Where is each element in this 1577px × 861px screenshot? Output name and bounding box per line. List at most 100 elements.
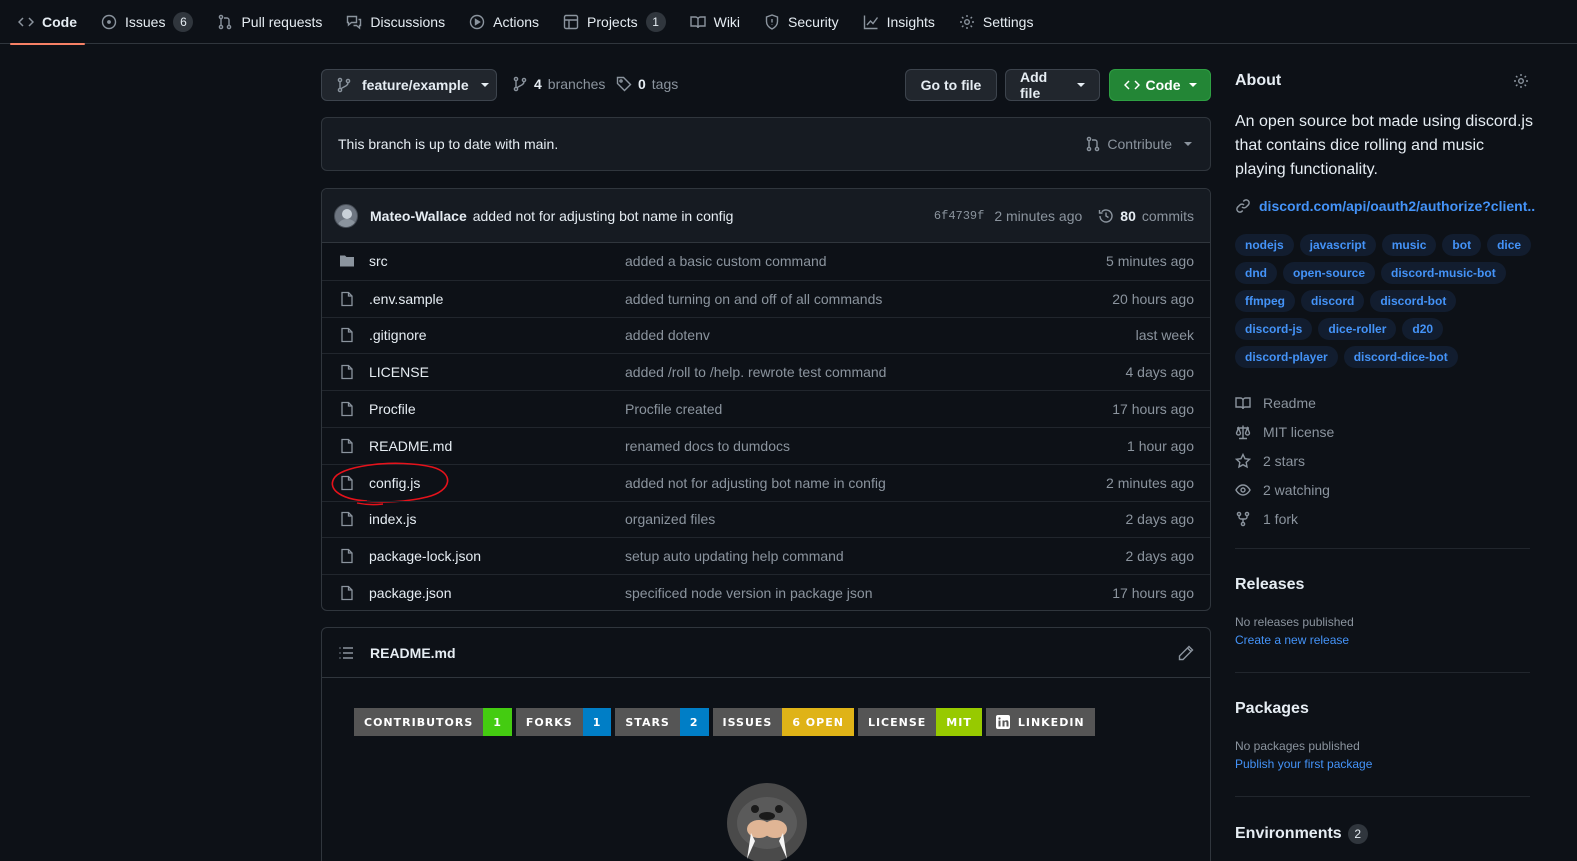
history-icon <box>1098 208 1114 224</box>
code-button[interactable]: Code <box>1109 69 1211 101</box>
commit-time: 2 minutes ago <box>994 208 1083 224</box>
repo-forked-icon <box>1235 511 1251 527</box>
badge-label: FORKS <box>515 708 583 736</box>
gear-icon[interactable] <box>1513 73 1529 89</box>
file-commit-message[interactable]: added turning on and off of all commands <box>625 291 1112 307</box>
file-name-link[interactable]: package.json <box>369 585 625 601</box>
commit-sha-link[interactable]: 6f4739f <box>934 209 984 223</box>
badge-contributors[interactable]: CONTRIBUTORS 1 <box>354 708 512 736</box>
file-commit-message[interactable]: added not for adjusting bot name in conf… <box>625 475 1106 491</box>
avatar[interactable] <box>334 203 358 228</box>
topic-tag[interactable]: discord-dice-bot <box>1343 346 1458 368</box>
topic-tag[interactable]: discord-bot <box>1370 290 1457 312</box>
tab-pull-requests[interactable]: Pull requests <box>209 0 330 44</box>
topic-tag[interactable]: dice-roller <box>1318 318 1397 340</box>
badge-stars[interactable]: STARS 2 <box>615 708 709 736</box>
topic-tag[interactable]: discord-player <box>1235 346 1338 368</box>
file-commit-message[interactable]: added a basic custom command <box>625 253 1106 269</box>
go-to-file-button[interactable]: Go to file <box>905 69 997 101</box>
list-unordered-icon[interactable] <box>338 645 354 661</box>
environments-counter: 2 <box>1347 824 1368 844</box>
star-icon <box>1235 452 1251 469</box>
tab-discussions[interactable]: Discussions <box>338 0 453 44</box>
tab-wiki[interactable]: Wiki <box>682 0 748 44</box>
tab-label: Settings <box>982 13 1034 30</box>
topics-list: nodejs javascript music bot dice dnd ope… <box>1235 234 1535 368</box>
file-name-link[interactable]: README.md <box>369 438 625 454</box>
file-name-link[interactable]: src <box>369 253 625 269</box>
add-file-button[interactable]: Add file <box>1005 69 1100 101</box>
commit-author-link[interactable]: Mateo-Wallace <box>370 208 467 224</box>
branch-select-button[interactable]: feature/example <box>321 69 497 101</box>
topic-tag[interactable]: discord-music-bot <box>1381 262 1506 284</box>
topic-tag[interactable]: dice <box>1487 234 1532 256</box>
topic-tag[interactable]: open-source <box>1283 262 1376 284</box>
branches-count: 4 <box>534 76 542 92</box>
about-title: About <box>1235 72 1282 89</box>
issue-opened-icon <box>101 14 117 30</box>
badge-issues[interactable]: ISSUES 6 OPEN <box>712 708 854 736</box>
file-name-link[interactable]: .env.sample <box>369 291 625 307</box>
topic-tag[interactable]: javascript <box>1299 234 1376 256</box>
tab-security[interactable]: Security <box>756 0 847 44</box>
topic-tag[interactable]: dnd <box>1235 262 1277 284</box>
topic-tag[interactable]: nodejs <box>1235 234 1294 256</box>
create-release-link[interactable]: Create a new release <box>1235 633 1349 647</box>
tags-link[interactable]: 0 tags <box>616 74 678 94</box>
file-name-link[interactable]: package-lock.json <box>369 548 625 564</box>
readme-link[interactable]: Readme <box>1235 388 1334 417</box>
file-icon <box>339 438 355 454</box>
topic-tag[interactable]: music <box>1381 234 1437 256</box>
watchers-link[interactable]: 2 watching <box>1235 475 1334 504</box>
file-commit-message[interactable]: specificed node version in package json <box>625 585 1112 601</box>
badge-license[interactable]: LICENSE MIT <box>857 708 982 736</box>
chevron-down-icon <box>1188 83 1197 87</box>
file-age: 2 minutes ago <box>1106 474 1194 491</box>
publish-package-link[interactable]: Publish your first package <box>1235 757 1372 771</box>
stars-link[interactable]: 2 stars <box>1235 446 1334 475</box>
environments-heading[interactable]: Environments 2 <box>1235 824 1368 844</box>
topic-tag[interactable]: ffmpeg <box>1235 290 1295 312</box>
graph-icon <box>863 14 879 30</box>
forks-link[interactable]: 1 fork <box>1235 504 1334 533</box>
file-name-link[interactable]: config.js <box>369 475 625 491</box>
homepage-link[interactable]: discord.com/api/oauth2/authorize?client.… <box>1235 198 1535 214</box>
topic-tag[interactable]: discord-js <box>1235 318 1313 340</box>
license-link[interactable]: MIT license <box>1235 417 1334 446</box>
commit-message-link[interactable]: added not for adjusting bot name in conf… <box>473 208 734 224</box>
packages-heading[interactable]: Packages <box>1235 700 1309 718</box>
file-commit-message[interactable]: added /roll to /help. rewrote test comma… <box>625 364 1126 380</box>
file-name-link[interactable]: LICENSE <box>369 364 625 380</box>
badge-linkedin[interactable]: LINKEDIN <box>985 708 1095 736</box>
file-commit-message[interactable]: renamed docs to dumdocs <box>625 438 1127 454</box>
topic-tag[interactable]: discord <box>1301 290 1365 312</box>
file-name-link[interactable]: .gitignore <box>369 327 625 343</box>
tab-code[interactable]: Code <box>10 0 85 45</box>
file-commit-message[interactable]: organized files <box>625 511 1126 527</box>
tab-projects[interactable]: Projects 1 <box>555 0 674 44</box>
file-name-link[interactable]: index.js <box>369 511 625 527</box>
tab-actions[interactable]: Actions <box>461 0 547 44</box>
badge-forks[interactable]: FORKS 1 <box>515 708 612 736</box>
commits-history-link[interactable]: 80 commits <box>1098 208 1194 224</box>
environments-title: Environments <box>1235 825 1342 842</box>
releases-heading[interactable]: Releases <box>1235 576 1304 594</box>
topic-tag[interactable]: d20 <box>1402 318 1444 340</box>
tab-issues[interactable]: Issues 6 <box>93 0 201 44</box>
badge-label: ISSUES <box>712 708 783 736</box>
tab-label: Security <box>788 13 839 30</box>
file-commit-message[interactable]: setup auto updating help command <box>625 548 1126 564</box>
branches-link[interactable]: 4 branches <box>512 74 605 94</box>
file-name-link[interactable]: Procfile <box>369 401 625 417</box>
file-icon <box>339 475 355 491</box>
tab-settings[interactable]: Settings <box>951 0 1042 44</box>
file-commit-message[interactable]: added dotenv <box>625 327 1136 343</box>
tab-label: Issues <box>125 13 166 30</box>
contribute-button[interactable]: Contribute <box>1085 136 1192 152</box>
linkedin-icon <box>995 715 1010 729</box>
tab-insights[interactable]: Insights <box>855 0 943 44</box>
topic-tag[interactable]: bot <box>1442 234 1482 256</box>
tab-label: Projects <box>587 13 638 30</box>
pencil-icon[interactable] <box>1178 645 1194 661</box>
file-commit-message[interactable]: Procfile created <box>625 401 1112 417</box>
